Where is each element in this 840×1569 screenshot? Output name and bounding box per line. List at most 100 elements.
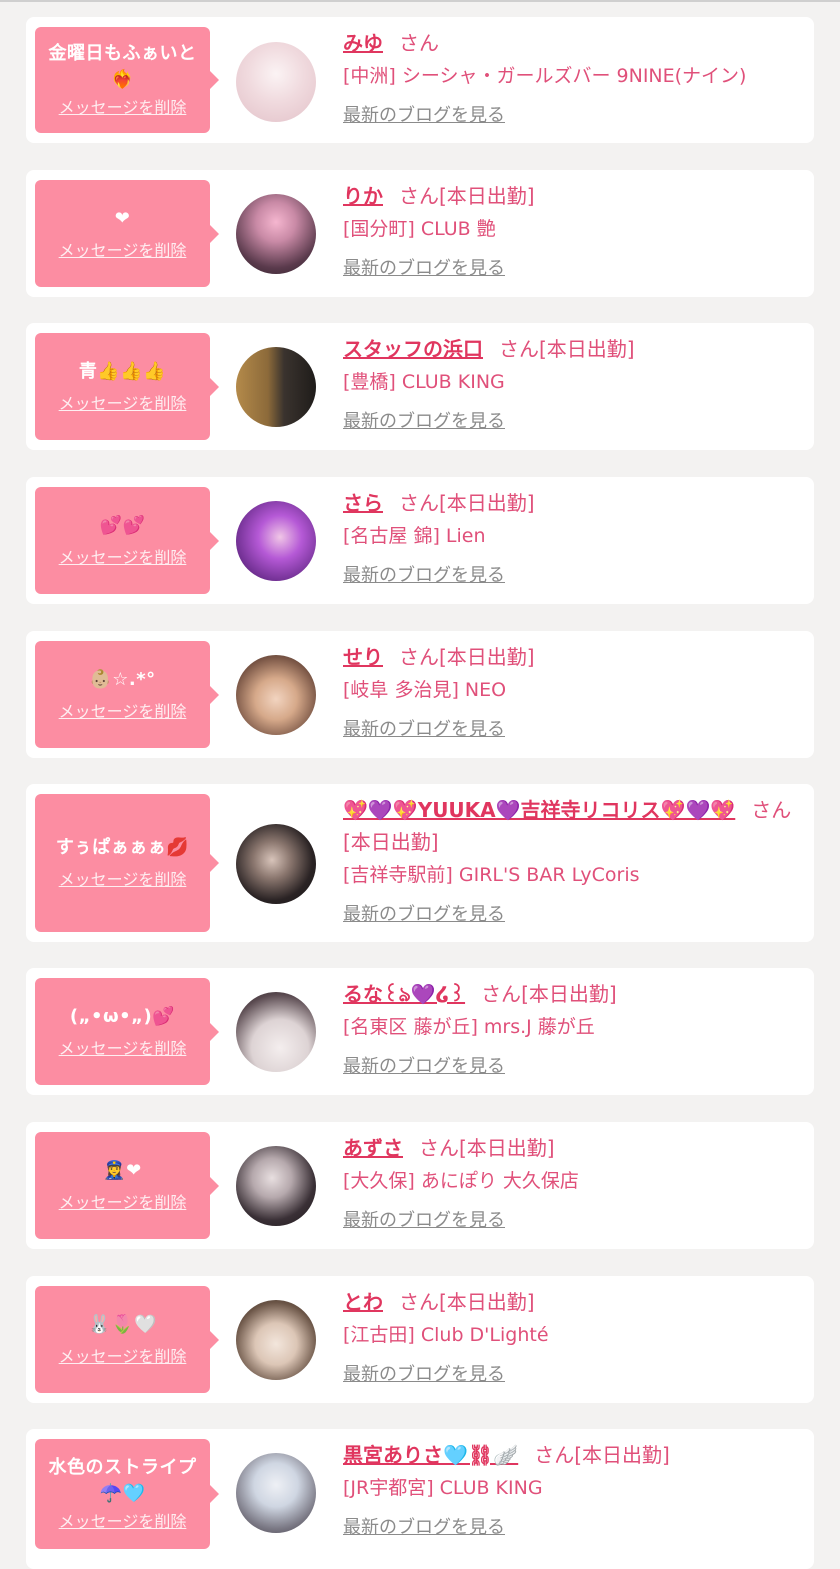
delete-message-link[interactable]: メッセージを削除: [59, 1346, 187, 1368]
message-text: 💕💕: [99, 514, 146, 536]
store-name: [豊橋] CLUB KING: [343, 371, 505, 393]
status-label: [本日出勤]: [343, 830, 439, 854]
message-text: 🐰🌷🤍: [88, 1313, 157, 1335]
name-line: スタッフの浜口 さん[本日出勤]: [343, 333, 802, 365]
cast-name-link[interactable]: せり: [343, 645, 383, 669]
latest-blog-link[interactable]: 最新のブログを見る: [343, 409, 505, 435]
store-name: [中洲] シーシャ・ガールズバー 9NINE(ナイン): [343, 65, 747, 87]
cast-name-link[interactable]: りか: [343, 184, 383, 208]
cast-card: 金曜日もふぁいと❤️‍🔥 メッセージを削除 みゆ さん [中洲] シーシャ・ガール…: [26, 17, 814, 143]
message-text: 青👍👍👍: [78, 360, 167, 382]
store-name: [名古屋 錦] Lien: [343, 525, 486, 547]
honorific: さん: [534, 1443, 575, 1467]
cast-info: るな꒰ঌ💜໒꒱ さん[本日出勤] [名東区 藤が丘] mrs.J 藤が丘 最新のブ…: [343, 978, 802, 1080]
cast-info: とわ さん[本日出勤] [江古田] Club D'Lighté 最新のブログを見る: [343, 1286, 802, 1388]
latest-blog-link[interactable]: 最新のブログを見る: [343, 103, 505, 129]
avatar[interactable]: [236, 347, 316, 427]
cast-card: („•ω•„)💕 メッセージを削除 るな꒰ঌ💜໒꒱ さん[本日出勤] [名東区 藤…: [26, 968, 814, 1095]
status-label: [本日出勤]: [539, 337, 635, 361]
store-name: [国分町] CLUB 艶: [343, 218, 496, 240]
cast-name-link[interactable]: スタッフの浜口: [343, 337, 483, 361]
honorific: さん: [481, 982, 522, 1006]
cast-card: 🐰🌷🤍 メッセージを削除 とわ さん[本日出勤] [江古田] Club D'Lig…: [26, 1276, 814, 1403]
cast-name-link[interactable]: るな꒰ঌ💜໒꒱: [343, 982, 465, 1006]
cast-info: あずさ さん[本日出勤] [大久保] あにぽり 大久保店 最新のブログを見る: [343, 1132, 802, 1234]
name-line: りか さん[本日出勤]: [343, 180, 802, 212]
latest-blog-link[interactable]: 最新のブログを見る: [343, 902, 505, 928]
honorific: さん: [499, 337, 539, 361]
avatar[interactable]: [236, 655, 316, 735]
honorific: さん: [399, 31, 439, 55]
store-name: [JR宇都宮] CLUB KING: [343, 1477, 543, 1499]
avatar[interactable]: [236, 1300, 316, 1380]
cast-info: みゆ さん [中洲] シーシャ・ガールズバー 9NINE(ナイン) 最新のブログを…: [343, 27, 802, 129]
cast-card: 👮‍♀️❤ メッセージを削除 あずさ さん[本日出勤] [大久保] あにぽり 大久…: [26, 1122, 814, 1249]
avatar[interactable]: [236, 194, 316, 274]
store-name: [大久保] あにぽり 大久保店: [343, 1170, 579, 1192]
cast-card: 💕💕 メッセージを削除 さら さん[本日出勤] [名古屋 錦] Lien 最新のブ…: [26, 477, 814, 604]
cast-name-link[interactable]: あずさ: [343, 1136, 403, 1160]
latest-blog-link[interactable]: 最新のブログを見る: [343, 717, 505, 743]
avatar[interactable]: [236, 992, 316, 1072]
message-bubble: 💕💕 メッセージを削除: [35, 487, 219, 594]
delete-message-link[interactable]: メッセージを削除: [59, 547, 187, 569]
message-bubble: ❤ メッセージを削除: [35, 180, 219, 287]
message-text: 👮‍♀️❤: [103, 1159, 142, 1181]
status-label: [本日出勤]: [574, 1443, 670, 1467]
delete-message-link[interactable]: メッセージを削除: [59, 1038, 187, 1060]
avatar[interactable]: [236, 42, 316, 122]
name-line: 💖💜💖YUUKA💜吉祥寺リコリス💖💜💖 さん [本日出勤]: [343, 794, 802, 858]
cast-info: せり さん[本日出勤] [岐阜 多治見] NEO 最新のブログを見る: [343, 641, 802, 743]
avatar[interactable]: [236, 824, 316, 904]
avatar[interactable]: [236, 501, 316, 581]
status-label: [本日出勤]: [439, 491, 535, 515]
message-text: ❤: [114, 207, 131, 229]
message-text: すぅぱぁぁぁ💋: [55, 837, 190, 858]
cast-info: 💖💜💖YUUKA💜吉祥寺リコリス💖💜💖 さん [本日出勤] [吉祥寺駅前] GIRL…: [343, 794, 802, 928]
honorific: さん: [399, 645, 439, 669]
delete-message-link[interactable]: メッセージを削除: [59, 1511, 187, 1533]
honorific: さん: [399, 1290, 439, 1314]
delete-message-link[interactable]: メッセージを削除: [59, 701, 187, 723]
latest-blog-link[interactable]: 最新のブログを見る: [343, 1515, 505, 1541]
name-line: とわ さん[本日出勤]: [343, 1286, 802, 1318]
message-text: 金曜日もふぁいと❤️‍🔥: [48, 43, 197, 90]
cast-name-link[interactable]: みゆ: [343, 31, 383, 55]
message-text: 👶🏼☆.*°: [89, 668, 156, 690]
cast-card: 👶🏼☆.*° メッセージを削除 せり さん[本日出勤] [岐阜 多治見] NEO …: [26, 631, 814, 758]
status-label: [本日出勤]: [459, 1136, 555, 1160]
message-bubble: すぅぱぁぁぁ💋 メッセージを削除: [35, 794, 219, 932]
message-bubble: 👶🏼☆.*° メッセージを削除: [35, 641, 219, 748]
delete-message-link[interactable]: メッセージを削除: [59, 240, 187, 262]
cast-card: 水色のストライプ☂️🩵 メッセージを削除 黒宮ありさ🩵⛓🪽 さん[本日出勤] [J…: [26, 1429, 814, 1569]
cast-name-link[interactable]: さら: [343, 491, 383, 515]
name-line: せり さん[本日出勤]: [343, 641, 802, 673]
cast-card: ❤ メッセージを削除 りか さん[本日出勤] [国分町] CLUB 艶 最新のブロ…: [26, 170, 814, 297]
delete-message-link[interactable]: メッセージを削除: [59, 1192, 187, 1214]
cast-card: 青👍👍👍 メッセージを削除 スタッフの浜口 さん[本日出勤] [豊橋] CLUB …: [26, 323, 814, 450]
store-name: [吉祥寺駅前] GIRL'S BAR LyCoris: [343, 864, 640, 886]
honorific: さん: [751, 798, 792, 822]
cast-card: すぅぱぁぁぁ💋 メッセージを削除 💖💜💖YUUKA💜吉祥寺リコリス💖💜💖 さん [本…: [26, 784, 814, 942]
latest-blog-link[interactable]: 最新のブログを見る: [343, 563, 505, 589]
cast-name-link[interactable]: 💖💜💖YUUKA💜吉祥寺リコリス💖💜💖: [343, 798, 735, 822]
avatar[interactable]: [236, 1146, 316, 1226]
latest-blog-link[interactable]: 最新のブログを見る: [343, 256, 505, 282]
delete-message-link[interactable]: メッセージを削除: [59, 869, 187, 891]
latest-blog-link[interactable]: 最新のブログを見る: [343, 1208, 505, 1234]
store-name: [名東区 藤が丘] mrs.J 藤が丘: [343, 1016, 595, 1038]
latest-blog-link[interactable]: 最新のブログを見る: [343, 1362, 505, 1388]
message-text: („•ω•„)💕: [69, 1005, 176, 1027]
cast-info: 黒宮ありさ🩵⛓🪽 さん[本日出勤] [JR宇都宮] CLUB KING 最新のブロ…: [343, 1439, 802, 1541]
status-label: [本日出勤]: [439, 1290, 535, 1314]
cast-name-link[interactable]: とわ: [343, 1290, 383, 1314]
message-bubble: („•ω•„)💕 メッセージを削除: [35, 978, 219, 1085]
cast-name-link[interactable]: 黒宮ありさ🩵⛓🪽: [343, 1443, 518, 1467]
latest-blog-link[interactable]: 最新のブログを見る: [343, 1054, 505, 1080]
cast-info: スタッフの浜口 さん[本日出勤] [豊橋] CLUB KING 最新のブログを見る: [343, 333, 802, 435]
delete-message-link[interactable]: メッセージを削除: [59, 393, 187, 415]
cast-info: りか さん[本日出勤] [国分町] CLUB 艶 最新のブログを見る: [343, 180, 802, 282]
delete-message-link[interactable]: メッセージを削除: [59, 97, 187, 119]
store-name: [岐阜 多治見] NEO: [343, 679, 507, 701]
avatar[interactable]: [236, 1453, 316, 1533]
